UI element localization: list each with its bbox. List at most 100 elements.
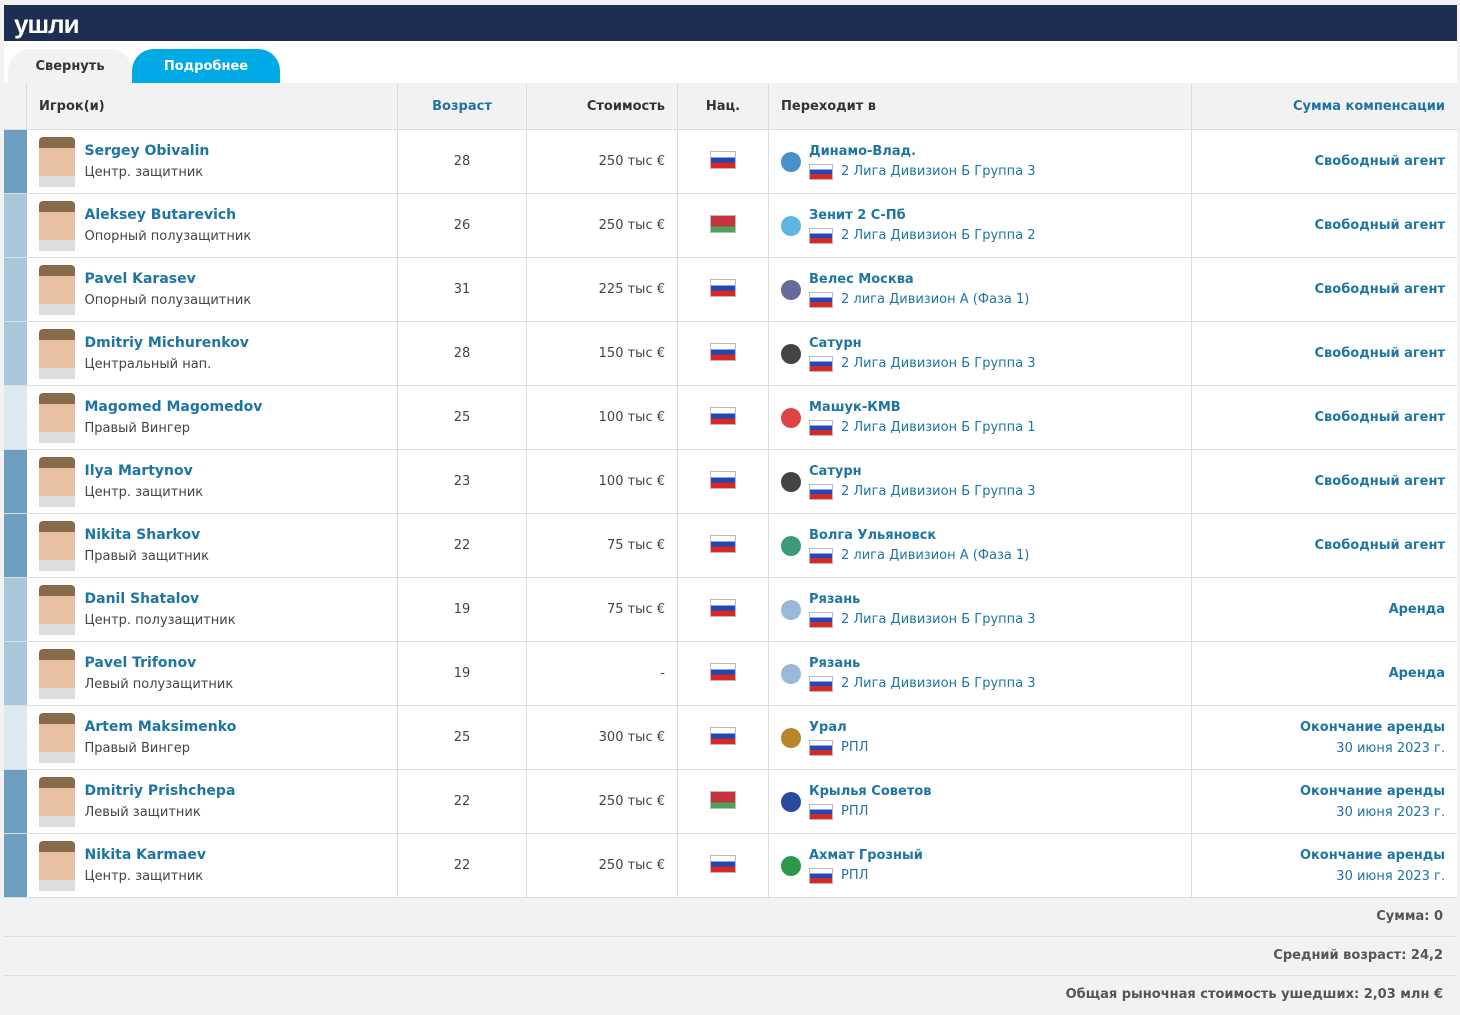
tab-collapse[interactable]: Свернуть	[8, 49, 132, 83]
fee-link[interactable]: Свободный агент	[1315, 282, 1445, 297]
league-link[interactable]: 2 Лига Дивизион Б Группа 3	[841, 676, 1036, 691]
club-name-link[interactable]: Зенит 2 С-Пб	[809, 208, 1036, 223]
flag-icon	[809, 291, 833, 308]
flag-icon	[710, 150, 736, 169]
club-crest-icon[interactable]	[781, 791, 801, 812]
fee-link[interactable]: Свободный агент	[1315, 154, 1445, 169]
fee-link[interactable]: Окончание аренды	[1300, 720, 1445, 735]
nationality-cell	[677, 513, 769, 578]
footer-average-age: Средний возраст: 24,2	[4, 936, 1457, 975]
league-link[interactable]: 2 Лига Дивизион Б Группа 3	[841, 164, 1036, 179]
value-cell: 250 тыс €	[526, 833, 678, 897]
header-fee[interactable]: Сумма компенсации	[1191, 83, 1457, 130]
footer-total-value: Общая рыночная стоимость ушедших: 2,03 м…	[4, 975, 1457, 1014]
row-marker	[4, 449, 27, 514]
fee-link[interactable]: Свободный агент	[1315, 218, 1445, 233]
flag-icon	[809, 355, 833, 372]
league-link[interactable]: РПЛ	[841, 868, 868, 883]
flag-icon	[710, 534, 736, 553]
destination-cell: Урал РПЛ	[768, 705, 1192, 770]
club-crest-icon[interactable]	[781, 663, 801, 684]
club-name-link[interactable]: Крылья Советов	[809, 784, 932, 799]
club-crest-icon[interactable]	[781, 471, 801, 492]
league-link[interactable]: РПЛ	[841, 740, 868, 755]
player-name-link[interactable]: Nikita Karmaev	[85, 847, 207, 863]
club-name-link[interactable]: Рязань	[809, 592, 1036, 607]
fee-link[interactable]: Свободный агент	[1315, 538, 1445, 553]
flag-icon	[809, 611, 833, 628]
value-cell: 100 тыс €	[526, 449, 678, 514]
player-cell: Aleksey Butarevich Опорный полузащитник	[26, 193, 398, 258]
age-cell: 25	[397, 385, 527, 450]
tab-details[interactable]: Подробнее	[132, 49, 280, 83]
age-cell: 22	[397, 833, 527, 897]
player-name-link[interactable]: Magomed Magomedov	[85, 399, 263, 415]
club-crest-icon[interactable]	[781, 727, 801, 748]
player-name-link[interactable]: Pavel Karasev	[85, 271, 252, 287]
player-name-link[interactable]: Dmitriy Prishchepa	[85, 783, 236, 799]
row-marker	[4, 193, 27, 258]
club-crest-icon[interactable]	[781, 535, 801, 556]
league-link[interactable]: РПЛ	[841, 804, 868, 819]
league-link[interactable]: 2 Лига Дивизион Б Группа 1	[841, 420, 1036, 435]
table-row: Dmitriy Michurenkov Центральный нап. 28 …	[4, 321, 1457, 386]
fee-link[interactable]: Свободный агент	[1315, 410, 1445, 425]
age-cell: 19	[397, 641, 527, 706]
player-name-link[interactable]: Ilya Martynov	[85, 463, 204, 479]
club-name-link[interactable]: Сатурн	[809, 464, 1036, 479]
club-crest-icon[interactable]	[781, 343, 801, 364]
club-crest-icon[interactable]	[781, 151, 801, 172]
fee-link[interactable]: Окончание аренды	[1300, 784, 1445, 799]
club-name-link[interactable]: Велес Москва	[809, 272, 1029, 287]
table-row: Pavel Karasev Опорный полузащитник 31 22…	[4, 257, 1457, 322]
destination-cell: Зенит 2 С-Пб 2 Лига Дивизион Б Группа 2	[768, 193, 1192, 258]
player-name-link[interactable]: Danil Shatalov	[85, 591, 236, 607]
club-name-link[interactable]: Рязань	[809, 656, 1036, 671]
player-name-link[interactable]: Artem Maksimenko	[85, 719, 237, 735]
fee-link[interactable]: Аренда	[1389, 602, 1445, 617]
league-link[interactable]: 2 лига Дивизион А (Фаза 1)	[841, 548, 1029, 563]
league-link[interactable]: 2 Лига Дивизион Б Группа 3	[841, 356, 1036, 371]
league-link[interactable]: 2 Лига Дивизион Б Группа 3	[841, 484, 1036, 499]
fee-cell: Свободный агент	[1191, 385, 1457, 450]
club-name-link[interactable]: Машук-КМВ	[809, 400, 1036, 415]
player-position: Центр. полузащитник	[84, 613, 236, 628]
club-crest-icon[interactable]	[781, 855, 801, 876]
fee-link[interactable]: Свободный агент	[1315, 474, 1445, 489]
fee-link[interactable]: Окончание аренды	[1300, 848, 1445, 863]
row-marker	[4, 641, 27, 706]
club-crest-icon[interactable]	[781, 407, 801, 428]
header-age[interactable]: Возраст	[397, 83, 527, 130]
league-link[interactable]: 2 Лига Дивизион Б Группа 2	[841, 228, 1036, 243]
player-name-link[interactable]: Aleksey Butarevich	[85, 207, 252, 223]
row-marker	[4, 705, 27, 770]
player-cell: Sergey Obivalin Центр. защитник	[26, 129, 398, 194]
league-link[interactable]: 2 Лига Дивизион Б Группа 3	[841, 612, 1036, 627]
flag-icon	[710, 214, 736, 233]
club-name-link[interactable]: Динамо-Влад.	[809, 144, 1036, 159]
club-crest-icon[interactable]	[781, 279, 801, 300]
player-position: Центр. защитник	[84, 869, 204, 884]
player-name-link[interactable]: Nikita Sharkov	[85, 527, 209, 543]
flag-icon	[710, 726, 736, 745]
club-crest-icon[interactable]	[781, 215, 801, 236]
age-cell: 31	[397, 257, 527, 322]
club-crest-icon[interactable]	[781, 599, 801, 620]
fee-link[interactable]: Свободный агент	[1315, 346, 1445, 361]
player-photo	[38, 712, 75, 763]
club-name-link[interactable]: Волга Ульяновск	[809, 528, 1029, 543]
club-name-link[interactable]: Урал	[809, 720, 868, 735]
player-name-link[interactable]: Pavel Trifonov	[85, 655, 234, 671]
destination-cell: Машук-КМВ 2 Лига Дивизион Б Группа 1	[768, 385, 1192, 450]
player-name-link[interactable]: Sergey Obivalin	[85, 143, 210, 159]
fee-cell: Аренда	[1191, 577, 1457, 642]
player-position: Центр. защитник	[84, 485, 204, 500]
row-marker	[4, 833, 27, 897]
fee-link[interactable]: Аренда	[1389, 666, 1445, 681]
club-name-link[interactable]: Ахмат Грозный	[809, 848, 923, 863]
table-row: Artem Maksimenko Правый Вингер 25 300 ты…	[4, 705, 1457, 770]
league-link[interactable]: 2 лига Дивизион А (Фаза 1)	[841, 292, 1029, 307]
flag-icon	[809, 483, 833, 500]
player-name-link[interactable]: Dmitriy Michurenkov	[85, 335, 249, 351]
club-name-link[interactable]: Сатурн	[809, 336, 1036, 351]
